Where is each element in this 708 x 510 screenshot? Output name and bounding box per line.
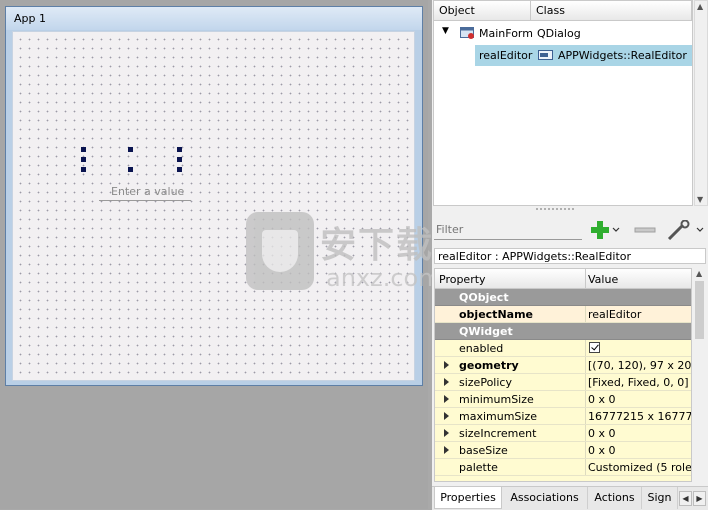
scroll-down-icon[interactable]: ▼ bbox=[697, 195, 703, 204]
property-header: Property Value bbox=[435, 269, 691, 289]
header-label: Class bbox=[536, 4, 565, 17]
expand-arrow-icon[interactable]: ▼ bbox=[442, 26, 449, 36]
object-name: MainForm bbox=[479, 27, 533, 40]
watermark-shield-icon bbox=[246, 212, 314, 290]
property-row-geometry[interactable]: geometry [(70, 120), 97 x 20] bbox=[435, 357, 691, 374]
property-value[interactable]: realEditor bbox=[588, 308, 641, 321]
property-value[interactable]: 0 x 0 bbox=[588, 427, 616, 440]
property-editor: Property Value QObject objectName realEd… bbox=[434, 268, 692, 482]
property-name: baseSize bbox=[459, 444, 508, 457]
widget-icon bbox=[538, 50, 553, 60]
property-name: sizePolicy bbox=[459, 376, 512, 389]
expand-arrow-icon[interactable] bbox=[444, 378, 449, 386]
property-value[interactable]: [(70, 120), 97 x 20] bbox=[588, 359, 691, 372]
group-label: QObject bbox=[459, 291, 509, 304]
property-row-maximumsize[interactable]: maximumSize 16777215 x 16777... bbox=[435, 408, 691, 425]
property-row-sizepolicy[interactable]: sizePolicy [Fixed, Fixed, 0, 0] bbox=[435, 374, 691, 391]
inspector-tabs: Properties Associations Actions Sign ◀ ▶ bbox=[432, 486, 708, 510]
property-name: minimumSize bbox=[459, 393, 534, 406]
form-window[interactable]: App 1 Enter a value bbox=[5, 6, 423, 386]
property-name: objectName bbox=[459, 308, 533, 321]
scroll-up-icon[interactable]: ▲ bbox=[697, 2, 703, 11]
column-header-object[interactable]: Object bbox=[434, 1, 531, 21]
property-row-objectname[interactable]: objectName realEditor bbox=[435, 306, 691, 323]
tab-signals[interactable]: Sign bbox=[642, 487, 678, 509]
header-label-value[interactable]: Value bbox=[588, 273, 618, 286]
property-value[interactable]: Customized (5 roles) bbox=[588, 461, 691, 474]
watermark-url: anxz.com bbox=[326, 264, 442, 292]
column-header-class[interactable]: Class bbox=[531, 1, 692, 21]
property-value[interactable]: 0 x 0 bbox=[588, 393, 616, 406]
expand-arrow-icon[interactable] bbox=[444, 361, 449, 369]
object-inspector: Object Class ▼ MainForm QDialog realEdit… bbox=[433, 0, 693, 206]
expand-arrow-icon[interactable] bbox=[444, 412, 449, 420]
header-label-property[interactable]: Property bbox=[439, 273, 486, 286]
tree-row-mainform[interactable]: ▼ MainForm QDialog bbox=[434, 23, 692, 44]
add-dynamic-property-button[interactable] bbox=[590, 220, 620, 240]
wrench-icon bbox=[667, 219, 704, 241]
property-value[interactable]: 16777215 x 16777... bbox=[588, 410, 691, 423]
form-title: App 1 bbox=[14, 12, 46, 25]
property-row-palette[interactable]: palette Customized (5 roles) bbox=[435, 459, 691, 476]
property-row-enabled[interactable]: enabled bbox=[435, 340, 691, 357]
scrollbar-thumb[interactable] bbox=[695, 281, 704, 339]
dialog-icon bbox=[460, 27, 474, 39]
line-edit-placeholder: Enter a value bbox=[111, 185, 185, 198]
watermark-chinese-text: 安下载 bbox=[320, 225, 435, 266]
resize-handle[interactable] bbox=[128, 167, 133, 172]
property-name: geometry bbox=[459, 359, 519, 372]
scroll-up-icon[interactable]: ▲ bbox=[696, 269, 702, 278]
object-name: realEditor bbox=[479, 49, 533, 62]
property-row-minimumsize[interactable]: minimumSize 0 x 0 bbox=[435, 391, 691, 408]
property-class-label: realEditor : APPWidgets::RealEditor bbox=[434, 248, 706, 264]
tab-properties[interactable]: Properties bbox=[434, 487, 502, 509]
tab-actions[interactable]: Actions bbox=[588, 487, 642, 509]
resize-handle[interactable] bbox=[128, 147, 133, 152]
filter-input[interactable] bbox=[434, 220, 582, 240]
splitter-handle[interactable] bbox=[535, 207, 575, 211]
expand-arrow-icon[interactable] bbox=[444, 429, 449, 437]
property-editor-scrollbar[interactable]: ▲ bbox=[694, 268, 706, 482]
resize-handle[interactable] bbox=[81, 167, 86, 172]
right-dock: Object Class ▼ MainForm QDialog realEdit… bbox=[432, 0, 708, 510]
filter-toolbar bbox=[432, 214, 708, 244]
property-row-sizeincrement[interactable]: sizeIncrement 0 x 0 bbox=[435, 425, 691, 442]
property-name: enabled bbox=[459, 342, 504, 355]
group-qwidget[interactable]: QWidget bbox=[435, 323, 691, 340]
line-edit-underline bbox=[99, 200, 191, 201]
property-value[interactable]: 0 x 0 bbox=[588, 444, 616, 457]
tab-scroll-left-icon[interactable]: ◀ bbox=[679, 491, 692, 506]
plus-icon bbox=[591, 221, 620, 239]
property-value[interactable]: [Fixed, Fixed, 0, 0] bbox=[588, 376, 689, 389]
form-titlebar: App 1 bbox=[6, 7, 422, 30]
header-label: Object bbox=[439, 4, 475, 17]
enabled-checkbox[interactable] bbox=[589, 342, 600, 353]
resize-handle[interactable] bbox=[177, 157, 182, 162]
property-name: sizeIncrement bbox=[459, 427, 537, 440]
real-editor-widget[interactable]: Enter a value bbox=[97, 183, 193, 201]
property-name: palette bbox=[459, 461, 498, 474]
class-name: QDialog bbox=[537, 27, 581, 40]
minus-icon bbox=[634, 227, 656, 233]
tab-scroll-right-icon[interactable]: ▶ bbox=[693, 491, 706, 506]
remove-dynamic-property-button[interactable] bbox=[634, 220, 656, 240]
tab-associations[interactable]: Associations bbox=[502, 487, 588, 509]
resize-handle[interactable] bbox=[81, 157, 86, 162]
expand-arrow-icon[interactable] bbox=[444, 395, 449, 403]
object-inspector-scrollbar[interactable]: ▲ ▼ bbox=[694, 0, 708, 206]
group-qobject[interactable]: QObject bbox=[435, 289, 691, 306]
resize-handle[interactable] bbox=[177, 147, 182, 152]
resize-handle[interactable] bbox=[81, 147, 86, 152]
group-label: QWidget bbox=[459, 325, 513, 338]
resize-handle[interactable] bbox=[177, 167, 182, 172]
configure-button[interactable] bbox=[667, 219, 705, 241]
tree-row-realeditor[interactable]: realEditor APPWidgets::RealEditor bbox=[434, 45, 692, 66]
form-grid[interactable]: Enter a value bbox=[12, 31, 415, 381]
property-row-basesize[interactable]: baseSize 0 x 0 bbox=[435, 442, 691, 459]
property-name: maximumSize bbox=[459, 410, 538, 423]
expand-arrow-icon[interactable] bbox=[444, 446, 449, 454]
class-name: APPWidgets::RealEditor bbox=[558, 49, 687, 62]
